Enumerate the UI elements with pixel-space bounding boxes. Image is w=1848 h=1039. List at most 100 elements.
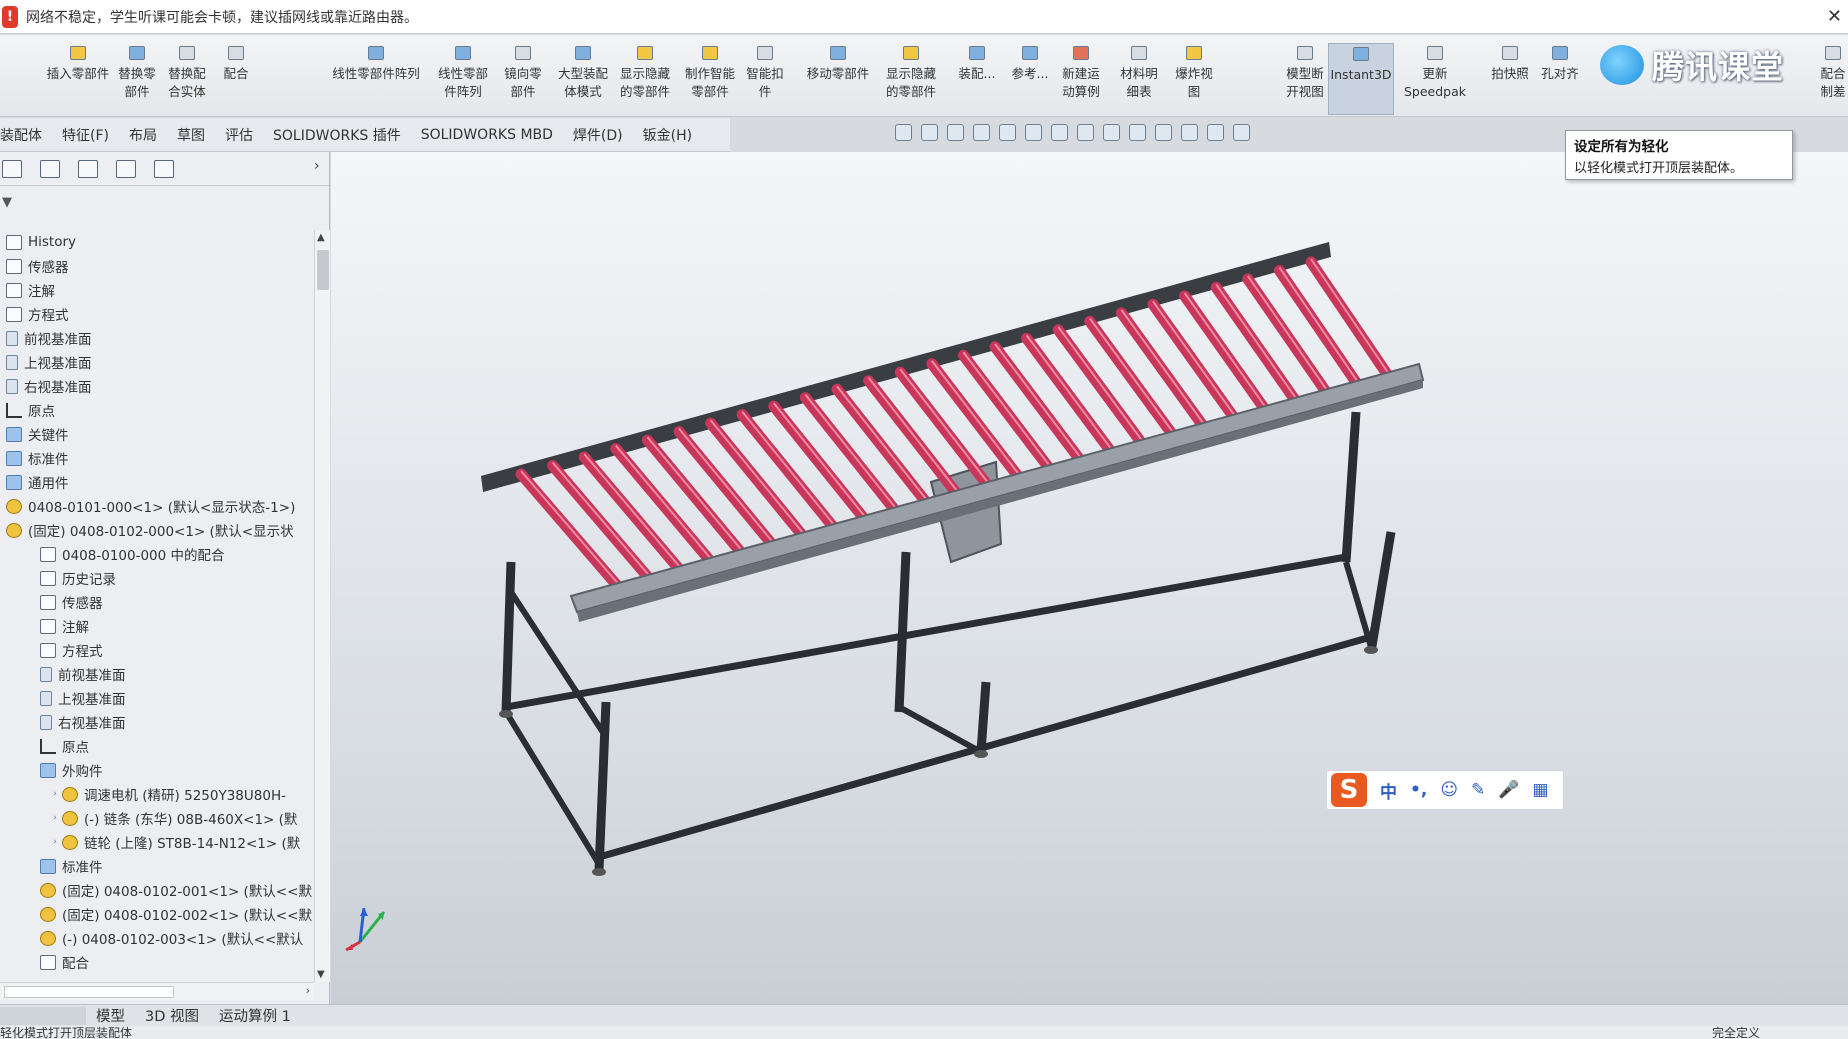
tab-motion-study[interactable]: 运动算例 1 xyxy=(209,1005,301,1026)
close-icon[interactable]: ✕ xyxy=(1827,6,1842,27)
zoom-area-icon[interactable] xyxy=(921,124,938,141)
sogou-logo-icon[interactable]: S xyxy=(1331,773,1367,807)
tree-item[interactable]: 传感器 xyxy=(0,590,314,614)
tree-horizontal-scrollbar[interactable]: › xyxy=(0,982,314,1000)
tree-item[interactable]: 注解 xyxy=(0,614,314,638)
tree-item[interactable]: (固定) 0408-0102-001<1> (默认<<默 xyxy=(0,878,314,902)
tree-item[interactable]: 标准件 xyxy=(0,854,314,878)
expand-icon[interactable]: › xyxy=(50,813,60,823)
tab-0[interactable]: 装配体 xyxy=(0,118,52,152)
ribbon-button-0[interactable]: 插入零部件 xyxy=(36,43,120,115)
ribbon-button-13[interactable]: 装配... xyxy=(955,43,999,115)
ribbon-button-2[interactable]: 替换配 合实体 xyxy=(164,43,210,115)
view-orientation-icon[interactable] xyxy=(1025,124,1042,141)
ribbon-button-9[interactable]: 制作智能 零部件 xyxy=(679,43,741,115)
tab-6[interactable]: SOLIDWORKS MBD xyxy=(411,118,563,152)
tree-item[interactable]: 方程式 xyxy=(0,302,314,326)
tree-filter[interactable]: ▼ xyxy=(0,186,329,218)
tree-item[interactable]: 前视基准面 xyxy=(0,662,314,686)
tab-2[interactable]: 布局 xyxy=(119,118,167,152)
tree-item[interactable]: 外购件 xyxy=(0,758,314,782)
ribbon-button-18[interactable]: 模型断 开视图 xyxy=(1280,43,1330,115)
display-pane-icon[interactable] xyxy=(1181,124,1198,141)
tree-item[interactable]: 0408-0100-000 中的配合 xyxy=(0,542,314,566)
monitor-icon[interactable] xyxy=(1207,124,1224,141)
tree-item[interactable]: 关键件 xyxy=(0,422,314,446)
tree-item[interactable]: History xyxy=(0,230,314,254)
ime-punctuation-icon[interactable]: •, xyxy=(1410,780,1427,800)
expand-icon[interactable]: › xyxy=(50,789,60,799)
section-view-icon[interactable] xyxy=(973,124,990,141)
tree-item[interactable]: 右视基准面 xyxy=(0,710,314,734)
expand-icon[interactable]: › xyxy=(50,837,60,847)
ribbon-button-21[interactable]: 拍快照 xyxy=(1487,43,1533,115)
feature-manager-tab-icon[interactable] xyxy=(2,159,22,178)
dimxpert-tab-icon[interactable] xyxy=(116,159,136,178)
tree-item[interactable]: 通用件 xyxy=(0,470,314,494)
tree-item[interactable]: 注解 xyxy=(0,278,314,302)
dynamic-annotation-icon[interactable] xyxy=(999,124,1016,141)
apply-scene-icon[interactable] xyxy=(1129,124,1146,141)
scroll-right-icon[interactable]: › xyxy=(306,984,310,997)
ribbon-button-6[interactable]: 镜向零 部件 xyxy=(497,43,549,115)
ribbon-button-8[interactable]: 显示隐藏 的零部件 xyxy=(614,43,676,115)
roller-conveyor-model[interactable] xyxy=(331,152,1848,1004)
ribbon-button-17[interactable]: 爆炸视图 xyxy=(1169,43,1219,115)
view-settings-icon[interactable] xyxy=(1155,124,1172,141)
ime-handwrite-icon[interactable]: ✎ xyxy=(1471,780,1485,800)
tree-item[interactable]: › 链轮 (上隆) ST8B-14-N12<1> (默 xyxy=(0,830,314,854)
tree-item[interactable]: 标准件 xyxy=(0,446,314,470)
ribbon-button-5[interactable]: 线性零部 件阵列 xyxy=(433,43,493,115)
ime-emoji-icon[interactable]: ☺ xyxy=(1440,780,1458,800)
tree-item[interactable]: 配合 xyxy=(0,950,314,974)
scroll-down-icon[interactable]: ▼ xyxy=(317,969,325,980)
ribbon-button-22[interactable]: 孔对齐 xyxy=(1535,43,1585,115)
tree-item[interactable]: (-) 0408-0102-003<1> (默认<<默认 xyxy=(0,926,314,950)
ribbon-button-4[interactable]: 线性零部件阵列 xyxy=(324,43,428,115)
tree-item[interactable]: 前视基准面 xyxy=(0,326,314,350)
display-manager-tab-icon[interactable] xyxy=(154,159,174,178)
tab-8[interactable]: 钣金(H) xyxy=(633,118,702,152)
ribbon-button-16[interactable]: 材料明 细表 xyxy=(1115,43,1163,115)
ime-chinese-mode[interactable]: 中 xyxy=(1380,778,1397,803)
ribbon-button-7[interactable]: 大型装配 体模式 xyxy=(553,43,613,115)
tree-item[interactable]: 上视基准面 xyxy=(0,686,314,710)
tab-7[interactable]: 焊件(D) xyxy=(563,118,633,152)
ribbon-button-19[interactable]: Instant3D xyxy=(1328,43,1394,115)
previous-view-icon[interactable] xyxy=(947,124,964,141)
tree-item[interactable]: 原点 xyxy=(0,734,314,758)
tree-item[interactable]: (固定) 0408-0102-002<1> (默认<<默 xyxy=(0,902,314,926)
zoom-to-fit-icon[interactable] xyxy=(895,124,912,141)
hide-show-items-icon[interactable] xyxy=(1077,124,1094,141)
ribbon-button-10[interactable]: 智能扣件 xyxy=(743,43,787,115)
tab-3d-view[interactable]: 3D 视图 xyxy=(135,1005,209,1026)
ime-toolbox-icon[interactable]: ▦ xyxy=(1532,780,1548,800)
tree-item[interactable]: 0408-0101-000<1> (默认<显示状态-1>) xyxy=(0,494,314,518)
ribbon-button-1[interactable]: 替换零 部件 xyxy=(114,43,160,115)
scroll-up-icon[interactable]: ▲ xyxy=(317,232,325,243)
configuration-manager-tab-icon[interactable] xyxy=(78,159,98,178)
ime-voice-icon[interactable]: 🎤 xyxy=(1498,780,1519,800)
triad-view-icon[interactable] xyxy=(1233,124,1250,141)
tree-item[interactable]: 历史记录 xyxy=(0,566,314,590)
tree-item[interactable]: 上视基准面 xyxy=(0,350,314,374)
chevron-right-icon[interactable]: › xyxy=(314,158,320,174)
hscroll-thumb[interactable] xyxy=(4,986,174,998)
tab-model[interactable]: 模型 xyxy=(86,1005,135,1026)
ribbon-button-14[interactable]: 参考... xyxy=(1008,43,1052,115)
edit-appearance-icon[interactable] xyxy=(1103,124,1120,141)
ribbon-button-23[interactable]: 配合 制差 xyxy=(1818,43,1848,115)
tree-item[interactable]: 右视基准面 xyxy=(0,374,314,398)
display-style-icon[interactable] xyxy=(1051,124,1068,141)
tab-3[interactable]: 草图 xyxy=(167,118,215,152)
property-manager-tab-icon[interactable] xyxy=(40,159,60,178)
tab-1[interactable]: 特征(F) xyxy=(52,118,119,152)
ribbon-button-20[interactable]: 更新 Speedpak xyxy=(1402,43,1468,115)
tree-item[interactable]: (固定) 0408-0102-000<1> (默认<显示状 xyxy=(0,518,314,542)
ribbon-button-11[interactable]: 移动零部件 xyxy=(800,43,876,115)
tree-item[interactable]: › (-) 链条 (东华) 08B-460X<1> (默 xyxy=(0,806,314,830)
scroll-thumb[interactable] xyxy=(317,250,329,290)
tree-item[interactable]: 原点 xyxy=(0,398,314,422)
tree-item[interactable]: 方程式 xyxy=(0,638,314,662)
tab-5[interactable]: SOLIDWORKS 插件 xyxy=(263,118,411,152)
